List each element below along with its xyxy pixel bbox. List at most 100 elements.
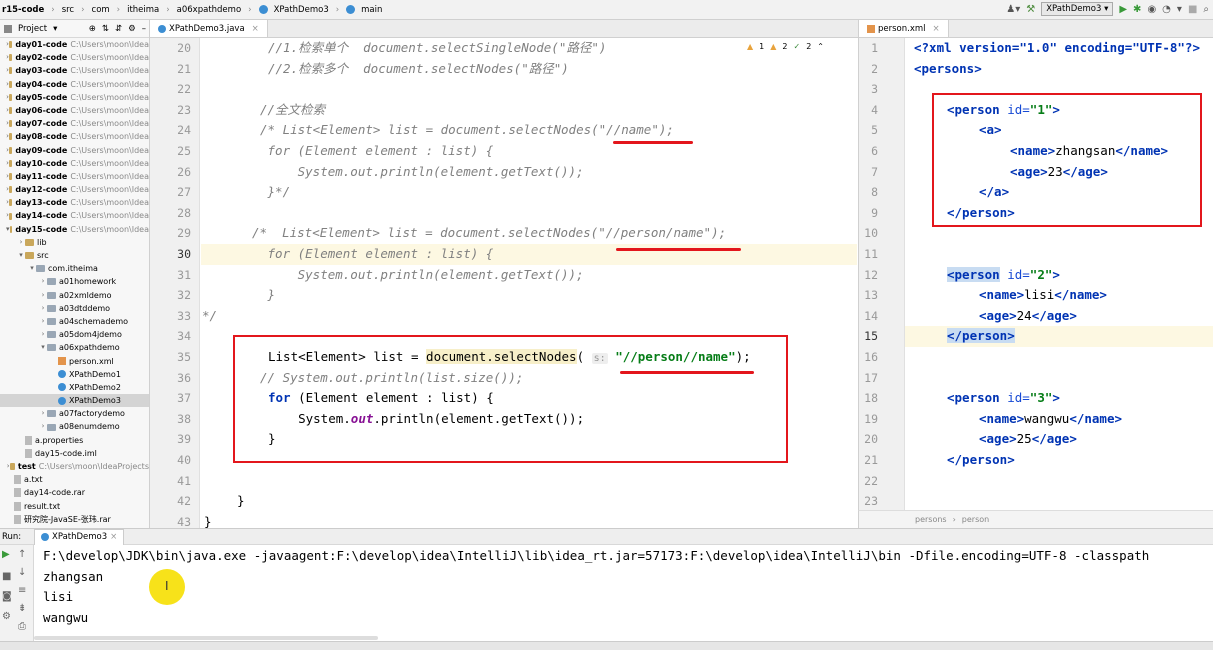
rerun-icon[interactable]: ▶ (2, 549, 10, 560)
tree-item[interactable]: › a04schemademo (0, 315, 149, 328)
inspection-widget[interactable]: ▲ 1 ▲ 2 ✓ 2 ⌃ (747, 42, 824, 51)
tree-item[interactable]: › day03-code C:\Users\moon\Idea (0, 64, 149, 77)
print-icon[interactable]: ⎙ (18, 621, 26, 632)
project-title[interactable]: Project (18, 24, 47, 34)
xml-editor[interactable]: 1 2 3 4 5 6 7 8 9 10 11 12 13 14 15 16 17 18 19 20 21 22 23 <?… (858, 38, 1213, 510)
camera-icon[interactable]: ◙ (2, 591, 12, 602)
chevron-down-icon[interactable]: ▾ (39, 341, 47, 354)
tree-item[interactable]: ▾ a06xpathdemo (0, 341, 149, 354)
breadcrumb-itheima[interactable]: itheima (127, 5, 159, 15)
collapse-icon[interactable]: ⇅ (102, 24, 109, 34)
tree-item[interactable]: › day01-code C:\Users\moon\Idea (0, 38, 149, 51)
chevron-right-icon[interactable]: › (39, 275, 47, 288)
stop-icon[interactable]: ■ (2, 571, 11, 582)
hide-icon[interactable]: – (142, 24, 146, 34)
tree-item[interactable]: › day14-code C:\Users\moon\Idea (0, 209, 149, 222)
chevron-right-icon[interactable]: › (39, 289, 47, 302)
tree-item[interactable]: a.properties (0, 434, 149, 447)
tree-item[interactable]: › a08enumdemo (0, 420, 149, 433)
stop-icon[interactable]: ■ (1188, 4, 1197, 15)
tree-item[interactable]: › lib (0, 236, 149, 249)
breadcrumb-src[interactable]: src (62, 5, 74, 15)
tree-item[interactable]: › test C:\Users\moon\IdeaProjects (0, 460, 149, 473)
tree-item[interactable]: day15-code.iml (0, 447, 149, 460)
tree-item[interactable]: XPathDemo3 (0, 394, 149, 408)
locate-icon[interactable]: ⊕ (89, 24, 96, 34)
tree-item[interactable]: XPathDemo1 (0, 368, 149, 381)
breadcrumb-package[interactable]: a06xpathdemo (177, 5, 242, 15)
chevron-down-icon[interactable]: ▾ (17, 249, 25, 262)
search-everywhere-icon[interactable]: ⌕ (1203, 4, 1209, 15)
close-icon[interactable]: × (110, 532, 117, 542)
user-icon[interactable]: ♟▾ (1006, 4, 1020, 15)
breadcrumb-class[interactable]: XPathDemo3 (274, 5, 329, 15)
tree-item[interactable]: › day07-code C:\Users\moon\Idea (0, 117, 149, 130)
tab-person-xml[interactable]: person.xml × (859, 20, 949, 37)
chevron-down-icon[interactable]: ▾ (28, 262, 36, 275)
tab-xpathdemo3[interactable]: XPathDemo3.java × (150, 20, 268, 37)
profile-icon[interactable]: ◔ (1162, 4, 1171, 15)
xml-tag: <persons> (914, 60, 982, 76)
tree-item[interactable]: 研究院-JavaSE-张玮.rar (0, 513, 149, 526)
hammer-icon[interactable]: ⚒ (1026, 4, 1035, 15)
debug-icon[interactable]: ✱ (1133, 4, 1141, 15)
tree-item[interactable]: ▾ src (0, 249, 149, 262)
xml-attr: id= (999, 266, 1030, 282)
tree-item[interactable]: › a03dtddemo (0, 302, 149, 315)
tree-item[interactable]: › a07factorydemo (0, 407, 149, 420)
tree-item[interactable]: day14-code.rar (0, 486, 149, 499)
chevron-down-icon[interactable]: ▾ (6, 223, 10, 236)
expand-icon[interactable]: ⇵ (115, 24, 122, 34)
tree-item[interactable]: ▾ day15-code C:\Users\moon\Idea (0, 223, 149, 236)
tree-item[interactable]: › day13-code C:\Users\moon\Idea (0, 196, 149, 209)
chevron-right-icon[interactable]: › (39, 302, 47, 315)
chevron-down-icon[interactable]: ▾ (53, 24, 57, 34)
chevron-right-icon[interactable]: › (39, 420, 47, 433)
tree-item[interactable]: › day12-code C:\Users\moon\Idea (0, 183, 149, 196)
tree-item[interactable]: › day02-code C:\Users\moon\Idea (0, 51, 149, 64)
breadcrumb-method[interactable]: main (361, 5, 382, 15)
run-icon[interactable]: ▶ (1119, 4, 1127, 15)
chevron-up-icon[interactable]: ⌃ (817, 42, 824, 51)
tree-item[interactable]: › day06-code C:\Users\moon\Idea (0, 104, 149, 117)
tree-item[interactable]: › day11-code C:\Users\moon\Idea (0, 170, 149, 183)
tree-item[interactable]: › a05dom4jdemo (0, 328, 149, 341)
chevron-right-icon[interactable]: › (39, 315, 47, 328)
up-arrow-icon[interactable]: ↑ (18, 549, 26, 560)
scroll-end-icon[interactable]: ⇟ (18, 603, 26, 614)
settings-icon[interactable]: ⚙ (2, 611, 11, 622)
gear-icon[interactable]: ⚙ (128, 24, 136, 34)
close-icon[interactable]: × (933, 24, 940, 34)
tree-item[interactable]: ▾ com.itheima (0, 262, 149, 275)
chevron-right-icon[interactable]: › (17, 236, 25, 249)
xml-breadcrumb-person[interactable]: person (962, 515, 989, 524)
down-arrow-icon[interactable]: ↓ (18, 567, 26, 578)
chevron-right-icon[interactable]: › (39, 328, 47, 341)
tree-item[interactable]: › day08-code C:\Users\moon\Idea (0, 130, 149, 143)
tree-item[interactable]: › a02xmldemo (0, 289, 149, 302)
tree-item[interactable]: a.txt (0, 473, 149, 486)
tree-item[interactable]: › day05-code C:\Users\moon\Idea (0, 91, 149, 104)
xml-breadcrumb-persons[interactable]: persons (915, 515, 947, 524)
horizontal-scrollbar[interactable] (34, 636, 378, 640)
tree-item[interactable]: XPathDemo2 (0, 381, 149, 394)
line-number: 20 (864, 432, 878, 447)
breadcrumb-project[interactable]: r15-code (2, 5, 44, 15)
coverage-icon[interactable]: ◉ (1147, 4, 1156, 15)
tree-item[interactable]: person.xml (0, 355, 149, 368)
console-output[interactable]: F:\develop\JDK\bin\java.exe -javaagent:F… (34, 545, 1213, 650)
tree-item[interactable]: result.txt (0, 500, 149, 513)
more-run-icon[interactable]: ▾ (1177, 4, 1182, 15)
run-config-select[interactable]: XPathDemo3 ▾ (1041, 2, 1114, 16)
close-icon[interactable]: × (252, 24, 259, 34)
tree-item[interactable]: › day04-code C:\Users\moon\Idea (0, 78, 149, 91)
code-editor[interactable]: 20 21 22 23 24 25 26 27 28 29 30 31 32 33 34 35 36 37 38 39… (150, 38, 858, 528)
soft-wrap-icon[interactable]: ≡ (18, 585, 26, 596)
breadcrumb-com[interactable]: com (92, 5, 110, 15)
chevron-right-icon[interactable]: › (39, 407, 47, 420)
tree-item[interactable]: › a01homework (0, 275, 149, 288)
tree-item[interactable]: › day09-code C:\Users\moon\Idea (0, 144, 149, 157)
tree-item[interactable]: › day10-code C:\Users\moon\Idea (0, 157, 149, 170)
run-tab[interactable]: XPathDemo3 × (34, 528, 125, 545)
code-line-23: //全文检索 (260, 101, 326, 117)
